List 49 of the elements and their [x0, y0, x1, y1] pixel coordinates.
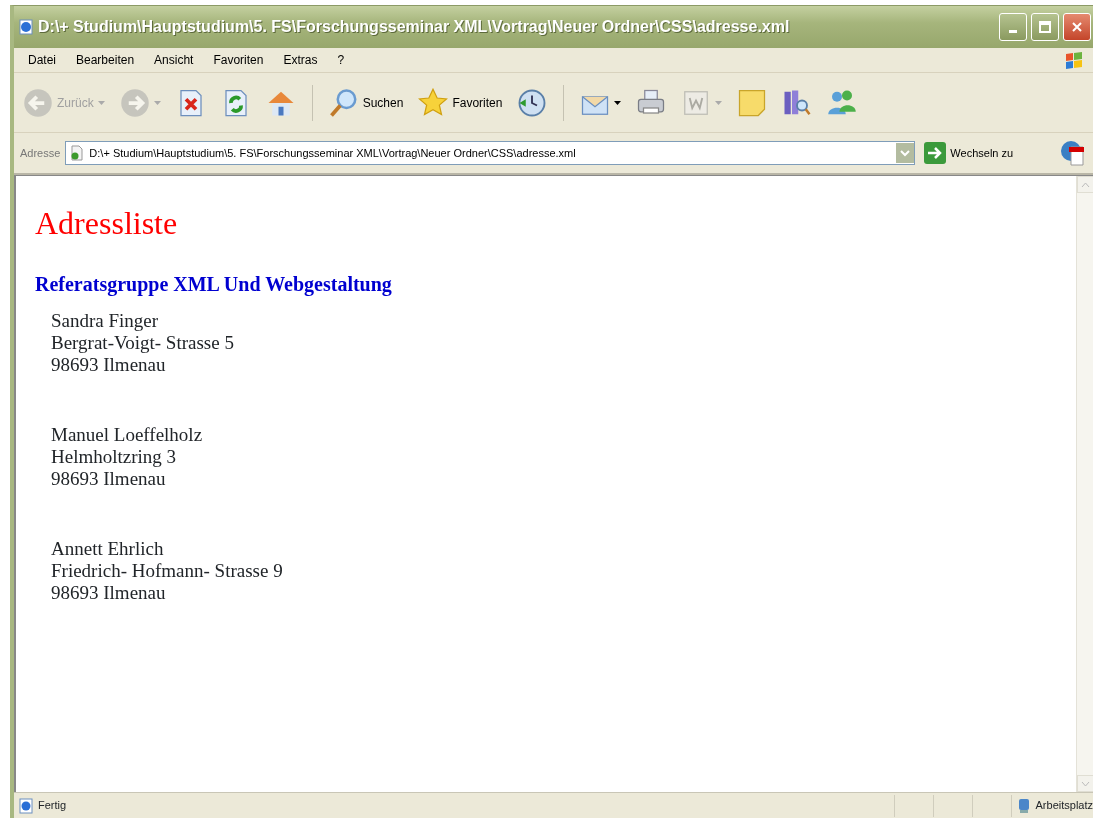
window-title: D:\+ Studium\Hauptstudium\5. FS\Forschungsseminar XML\Vortrag\Neuer Ordner\CSS\adresse.xml	[38, 17, 791, 37]
street-address: Bergrat-Voigt- Strasse 5	[51, 332, 234, 355]
arrow-right-icon	[924, 142, 947, 164]
street-address: Helmholtzring 3	[51, 446, 177, 469]
city-line: 98693 Ilmenau	[51, 582, 166, 605]
caret-icon	[153, 100, 161, 105]
maximize-button[interactable]	[1031, 13, 1059, 41]
toolbar-button[interactable]: Favoriten	[415, 85, 506, 120]
document-icon	[69, 145, 86, 161]
menu-item[interactable]: Favoriten	[203, 51, 274, 69]
windows-logo-icon	[1063, 50, 1085, 70]
menu-item[interactable]: Extras	[273, 51, 328, 69]
menu-item[interactable]: ?	[327, 51, 355, 69]
page-heading: Adressliste	[35, 204, 179, 243]
star-icon	[418, 87, 449, 118]
caret-icon	[614, 100, 622, 105]
group-heading: Referatsgruppe XML Und Webgestaltung	[35, 272, 393, 297]
caret-icon	[715, 100, 723, 105]
maximize-icon	[1039, 21, 1051, 33]
zone-text: Arbeitsplatz	[1035, 798, 1093, 814]
close-icon	[1071, 21, 1083, 33]
toolbar-button[interactable]: Suchen	[325, 85, 407, 120]
person-name: Sandra Finger	[51, 310, 159, 333]
history-icon	[517, 87, 548, 118]
browser-icon	[18, 19, 34, 35]
arrow-up-icon	[1081, 181, 1090, 188]
note-icon	[737, 87, 768, 118]
status-text: Fertig	[38, 798, 67, 814]
menu-item[interactable]: Bearbeiten	[66, 51, 145, 69]
search-icon	[328, 87, 359, 118]
menu-item[interactable]: Ansicht	[144, 51, 204, 69]
caret-icon	[97, 100, 105, 105]
city-line: 98693 Ilmenau	[51, 354, 166, 377]
city-line: 98693 Ilmenau	[51, 468, 166, 491]
street-address: Friedrich- Hofmann- Strasse 9	[51, 560, 283, 583]
address-label: Adresse	[20, 145, 61, 161]
address-field[interactable]: D:\+ Studium\Hauptstudium\5. FS\Forschungsseminar XML\Vortrag\Neuer Ordner\CSS\adresse.xml	[65, 141, 916, 165]
person-name: Manuel Loeffelholz	[51, 424, 203, 447]
arrow-right-icon	[119, 87, 150, 118]
menu-item[interactable]: Datei	[18, 51, 66, 69]
pdf-icon[interactable]	[1059, 139, 1087, 167]
close-button[interactable]	[1063, 13, 1091, 41]
page-icon	[18, 797, 34, 814]
minimize-button[interactable]	[999, 13, 1027, 41]
go-button[interactable]: Wechseln zu	[920, 142, 1018, 164]
minimize-icon	[1009, 29, 1017, 33]
person-name: Annett Ehrlich	[51, 538, 164, 561]
arrow-down-icon	[1081, 780, 1090, 787]
arrow-left-icon	[23, 87, 53, 118]
